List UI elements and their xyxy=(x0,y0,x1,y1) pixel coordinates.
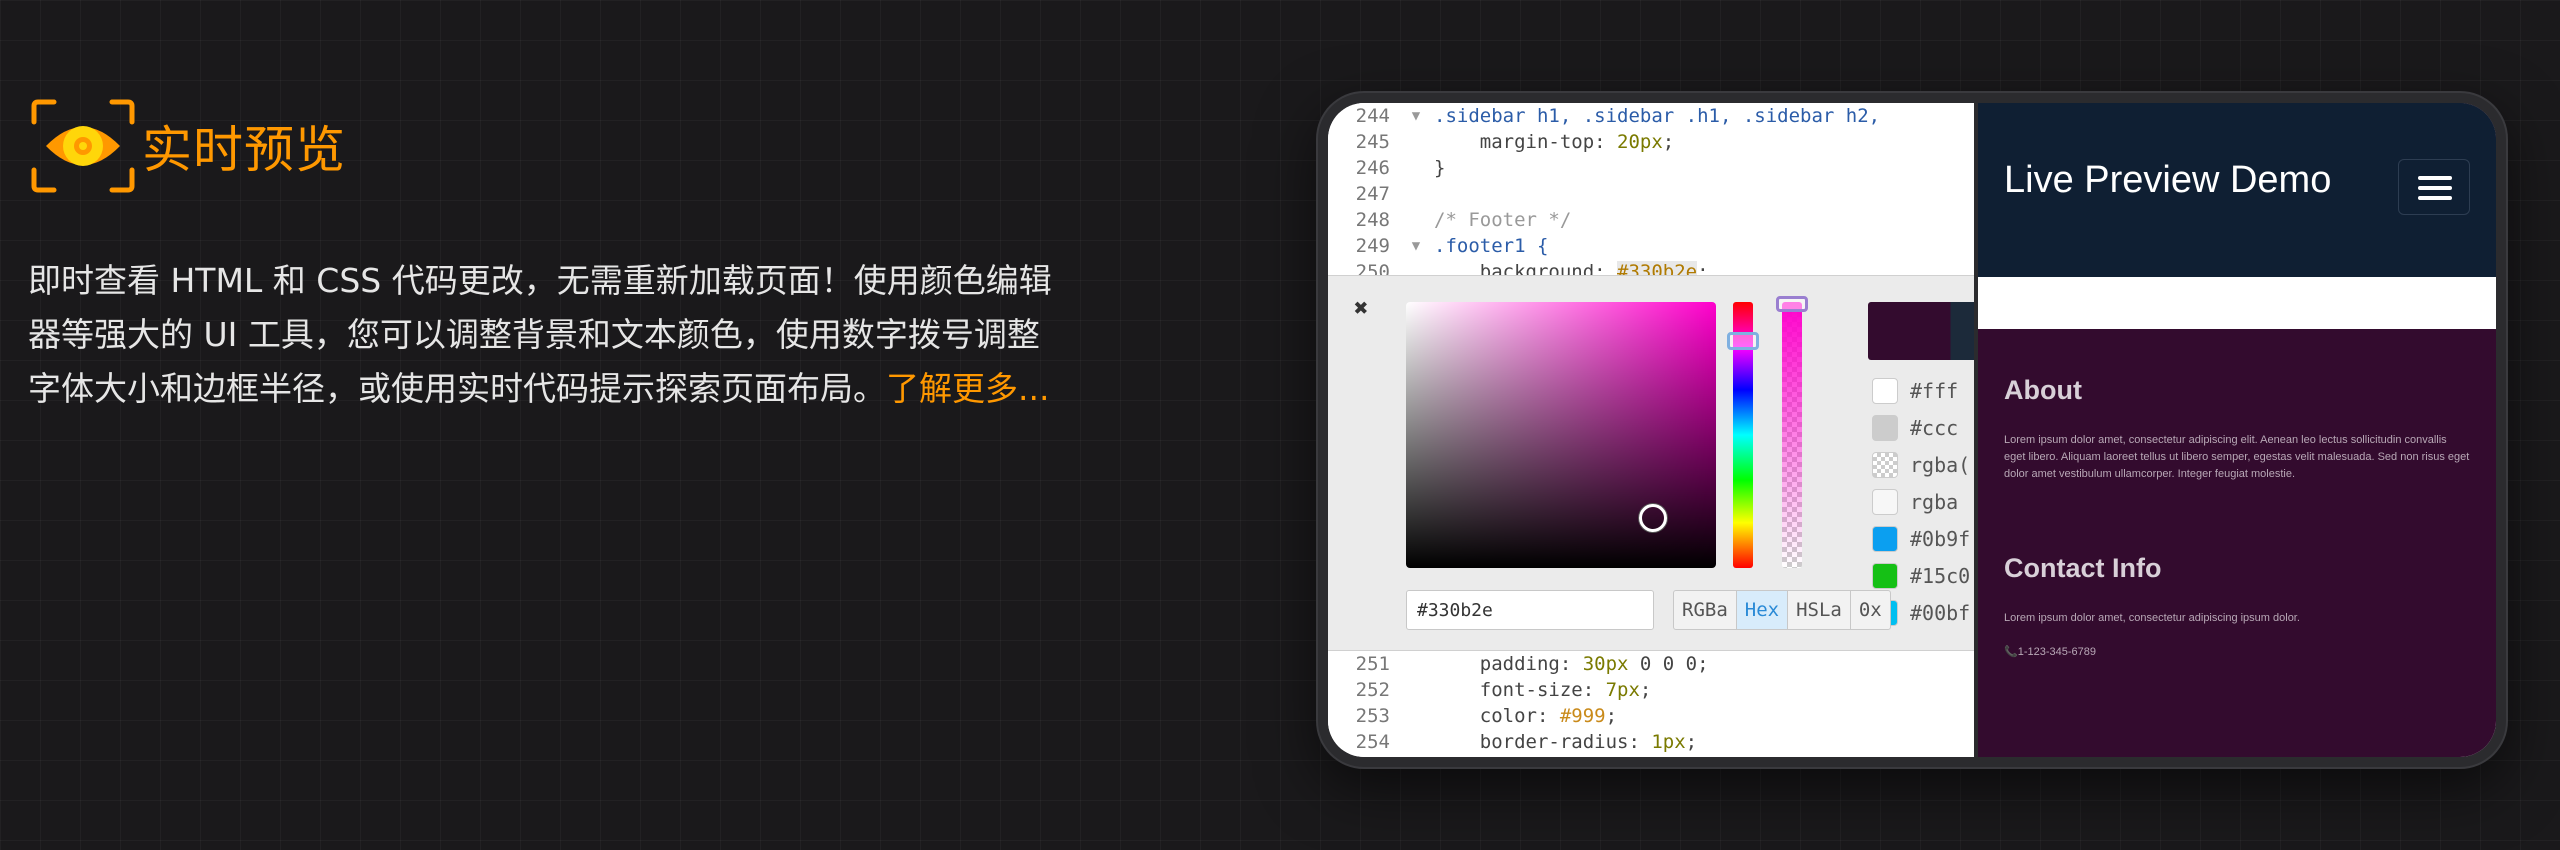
code-text[interactable]: font-size: 7px; xyxy=(1434,677,1652,703)
hue-slider[interactable] xyxy=(1727,302,1759,568)
palette-swatch-item[interactable]: #0b9f xyxy=(1872,520,1970,557)
close-icon[interactable]: ✖ xyxy=(1354,294,1368,322)
fold-gutter xyxy=(1398,259,1434,275)
promo-header: 实时预览 xyxy=(28,98,1068,194)
fold-arrow-icon[interactable]: ▼ xyxy=(1398,233,1434,259)
preview-footer: About Lorem ipsum dolor amet, consectetu… xyxy=(1978,329,2496,658)
code-text[interactable]: .sidebar h1, .sidebar .h1, .sidebar h2, xyxy=(1434,103,1880,129)
palette-label: #00bf xyxy=(1910,600,1971,625)
line-number: 245 xyxy=(1355,131,1390,153)
code-text[interactable]: .footer1 { xyxy=(1434,233,1548,259)
tablet-screen: 244 ▼ .sidebar h1, .sidebar .h1, .sidebar … xyxy=(1328,103,2496,757)
code-line[interactable]: 254 border-radius: 1px; xyxy=(1328,729,1974,755)
contact-text: Lorem ipsum dolor amet, consectetur adip… xyxy=(2004,612,2300,624)
code-lines-top[interactable]: 244 ▼ .sidebar h1, .sidebar .h1, .sidebar … xyxy=(1328,103,1974,275)
code-text[interactable]: margin-top: 20px; xyxy=(1434,129,1675,155)
opacity-slider-handle[interactable] xyxy=(1776,296,1808,312)
palette-label: #fff xyxy=(1910,378,1959,403)
code-line[interactable]: 246} xyxy=(1328,155,1974,181)
palette-swatch[interactable] xyxy=(1872,488,1898,515)
line-number: 244 xyxy=(1355,105,1390,127)
line-number: 246 xyxy=(1355,157,1390,179)
preview-site-title: Live Preview Demo xyxy=(2004,159,2332,201)
hamburger-menu-icon[interactable] xyxy=(2398,159,2470,215)
palette-swatch[interactable] xyxy=(1872,451,1898,478)
code-text[interactable]: } xyxy=(1434,155,1445,181)
line-number: 250 xyxy=(1355,261,1390,275)
code-editor[interactable]: 244 ▼ .sidebar h1, .sidebar .h1, .sidebar … xyxy=(1328,103,1978,757)
code-text[interactable]: background: #330b2e; xyxy=(1434,259,1709,275)
preview-header: Live Preview Demo xyxy=(1978,103,2496,277)
mode-button-0x[interactable]: 0x xyxy=(1851,591,1890,629)
palette-swatch[interactable] xyxy=(1872,562,1898,589)
code-line[interactable]: 245 margin-top: 20px; xyxy=(1328,129,1974,155)
code-line[interactable]: 251 padding: 30px 0 0 0; xyxy=(1328,651,1974,677)
code-line[interactable]: 252 font-size: 7px; xyxy=(1328,677,1974,703)
about-text: Lorem ipsum dolor amet, consectetur adip… xyxy=(2004,434,2470,480)
hue-slider-handle[interactable] xyxy=(1727,332,1759,350)
code-line[interactable]: 247 xyxy=(1328,181,1974,207)
contact-phone[interactable]: 📞1-123-345-6789 xyxy=(2004,645,2470,658)
color-preview-swatch xyxy=(1868,302,1978,360)
promo-description: 即时查看 HTML 和 CSS 代码更改，无需重新加载页面！使用颜色编辑器等强大… xyxy=(28,254,1058,416)
palette-swatch-item[interactable]: #fff xyxy=(1872,372,1970,409)
color-mode-buttons: RGBa Hex HSLa 0x xyxy=(1673,590,1891,630)
mode-button-hex[interactable]: Hex xyxy=(1736,591,1789,629)
palette-swatch[interactable] xyxy=(1872,377,1898,404)
hex-color-input[interactable] xyxy=(1406,590,1654,630)
fold-gutter xyxy=(1398,677,1434,703)
palette-swatch[interactable] xyxy=(1872,414,1898,441)
line-number: 248 xyxy=(1355,209,1390,231)
fold-gutter xyxy=(1398,129,1434,155)
promo-section: 实时预览 即时查看 HTML 和 CSS 代码更改，无需重新加载页面！使用颜色编… xyxy=(28,98,1068,416)
tablet-frame: 244 ▼ .sidebar h1, .sidebar .h1, .sidebar … xyxy=(1318,93,2506,767)
code-line[interactable]: 249 ▼ .footer1 { xyxy=(1328,233,1974,259)
saturation-value-area[interactable] xyxy=(1406,302,1716,568)
code-text[interactable]: color: #999; xyxy=(1434,703,1617,729)
fold-gutter xyxy=(1398,155,1434,181)
code-text[interactable]: border-radius: 1px; xyxy=(1434,729,1697,755)
promo-title: 实时预览 xyxy=(142,121,346,179)
palette-label: rgba xyxy=(1910,489,1959,514)
code-text[interactable]: /* Footer */ xyxy=(1434,207,1571,233)
learn-more-link[interactable]: 了解更多... xyxy=(886,369,1049,408)
palette-swatch-item[interactable]: rgba xyxy=(1872,483,1970,520)
code-lines-bottom[interactable]: 251 padding: 30px 0 0 0; 252 font-size: 7… xyxy=(1328,651,1974,757)
preview-white-band xyxy=(1978,277,2496,329)
color-cursor-handle[interactable] xyxy=(1639,504,1667,532)
mode-button-hsla[interactable]: HSLa xyxy=(1788,591,1851,629)
code-line[interactable]: 248 /* Footer */ xyxy=(1328,207,1974,233)
line-number: 254 xyxy=(1355,731,1390,753)
about-heading: About xyxy=(2004,375,2082,405)
code-text[interactable]: padding: 30px 0 0 0; xyxy=(1434,651,1709,677)
line-number: 247 xyxy=(1355,183,1390,205)
palette-swatch-item[interactable]: #ccc xyxy=(1872,409,1970,446)
fold-gutter xyxy=(1398,729,1434,755)
palette-label: #ccc xyxy=(1910,415,1959,440)
palette-swatch[interactable] xyxy=(1872,525,1898,552)
code-line[interactable]: 250 background: #330b2e; xyxy=(1328,259,1974,275)
palette-label: #15c0 xyxy=(1910,563,1971,588)
fold-gutter xyxy=(1398,181,1434,207)
fold-gutter xyxy=(1398,651,1434,677)
opacity-slider[interactable] xyxy=(1776,296,1808,568)
line-number: 249 xyxy=(1355,235,1390,257)
palette-swatch-item[interactable]: rgba( xyxy=(1872,446,1970,483)
line-number: 251 xyxy=(1355,653,1390,675)
color-picker-panel: ✖ #fff#cccrgba(rgba#0b9f#15c0#00bf RGBaH… xyxy=(1328,275,1978,651)
code-line[interactable]: 244 ▼ .sidebar h1, .sidebar .h1, .sidebar … xyxy=(1328,103,1974,129)
line-number: 252 xyxy=(1355,679,1390,701)
contact-heading: Contact Info xyxy=(2004,553,2162,583)
fold-arrow-icon[interactable]: ▼ xyxy=(1398,103,1434,129)
live-preview-pane: Live Preview Demo About Lorem ipsum dolo… xyxy=(1974,103,2496,757)
palette-swatch-item[interactable]: #15c0 xyxy=(1872,557,1970,594)
fold-gutter xyxy=(1398,207,1434,233)
palette-label: rgba( xyxy=(1910,452,1971,477)
fold-gutter xyxy=(1398,703,1434,729)
live-preview-eye-icon xyxy=(28,98,138,194)
code-line[interactable]: 253 color: #999; xyxy=(1328,703,1974,729)
palette-label: #0b9f xyxy=(1910,526,1971,551)
line-number: 253 xyxy=(1355,705,1390,727)
mode-button-rgba[interactable]: RGBa xyxy=(1674,591,1737,629)
